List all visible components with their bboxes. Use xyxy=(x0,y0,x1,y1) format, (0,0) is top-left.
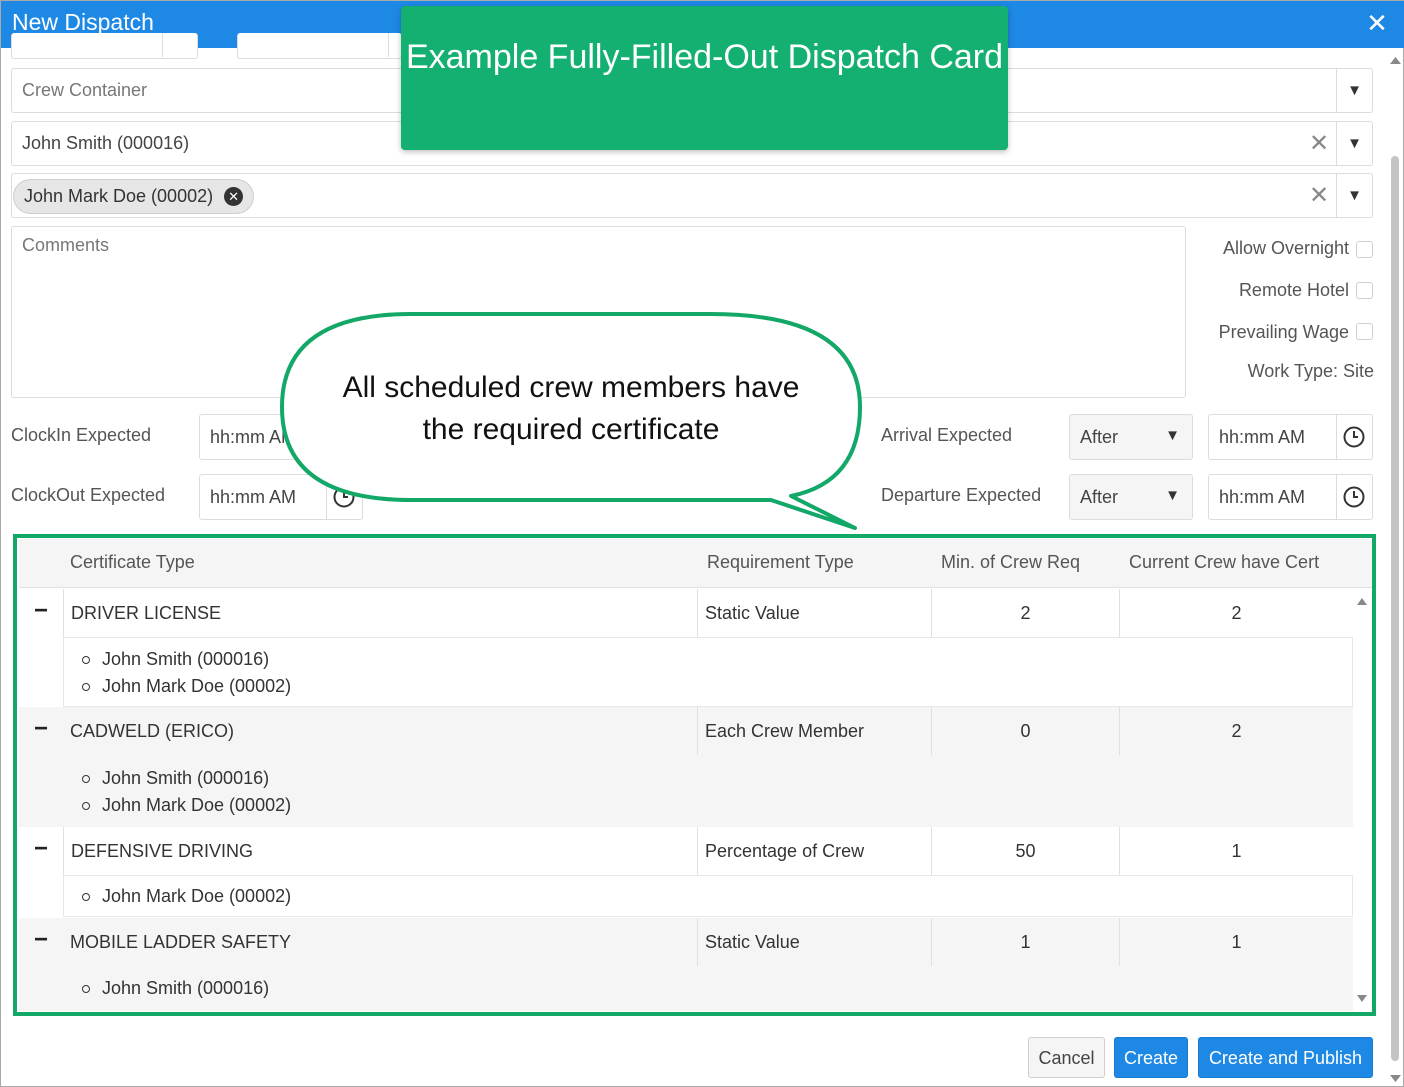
comments-placeholder: Comments xyxy=(22,235,110,255)
dialog-title: New Dispatch xyxy=(12,9,154,35)
crew-members-select[interactable]: John Mark Doe (00002) ✕ ✕ ▼ xyxy=(11,173,1373,218)
clockin-label: ClockIn Expected xyxy=(11,425,152,445)
certificate-grid-highlight xyxy=(13,534,1376,1016)
clear-icon[interactable]: ✕ xyxy=(1306,129,1332,158)
departure-mode-value: After xyxy=(1080,487,1119,507)
close-icon[interactable]: ✕ xyxy=(1361,5,1393,41)
chip-label: John Mark Doe (00002) xyxy=(24,186,214,206)
arrival-time-input[interactable]: hh:mm AM xyxy=(1208,414,1373,460)
callout-banner: Example Fully-Filled-Out Dispatch Card xyxy=(401,6,1008,150)
arrival-mode-select[interactable]: After ▼ xyxy=(1069,414,1193,460)
work-type-text: Work Type: Site xyxy=(1247,361,1374,381)
arrival-mode-value: After xyxy=(1080,427,1119,447)
chevron-down-icon: ▼ xyxy=(1165,487,1180,504)
chevron-down-icon[interactable]: ▼ xyxy=(1336,69,1372,112)
scroll-up-icon xyxy=(1390,57,1401,64)
prevailing-wage-checkbox[interactable] xyxy=(1356,323,1373,340)
clockout-label: ClockOut Expected xyxy=(11,485,166,505)
speech-bubble-text: All scheduled crew members have the requ… xyxy=(342,371,800,446)
departure-time-value: hh:mm AM xyxy=(1219,487,1306,507)
departure-mode-select[interactable]: After ▼ xyxy=(1069,474,1193,520)
crew-lead-value: John Smith (000016) xyxy=(22,133,190,153)
prevailing-wage-label: Prevailing Wage xyxy=(1218,322,1349,342)
chevron-down-icon: ▼ xyxy=(1165,427,1180,444)
page-scrollbar[interactable] xyxy=(1387,48,1404,1087)
new-dispatch-dialog: New Dispatch ✕ Crew Container ▼ John Smi… xyxy=(0,0,1404,1087)
chevron-down-icon[interactable]: ▼ xyxy=(1336,122,1372,165)
allow-overnight-label: Allow Overnight xyxy=(1222,238,1349,258)
departure-time-input[interactable]: hh:mm AM xyxy=(1208,474,1373,520)
page-scroll-thumb[interactable] xyxy=(1391,156,1399,1061)
clock-icon[interactable] xyxy=(1336,475,1372,519)
remote-hotel-checkbox[interactable] xyxy=(1356,282,1373,299)
top-field-1[interactable] xyxy=(11,33,198,59)
arrival-time-value: hh:mm AM xyxy=(1219,427,1306,447)
cancel-button[interactable]: Cancel xyxy=(1028,1037,1105,1078)
remote-hotel-label: Remote Hotel xyxy=(1238,280,1349,300)
crew-container-placeholder: Crew Container xyxy=(22,80,148,100)
crew-member-chip: John Mark Doe (00002) ✕ xyxy=(13,179,255,214)
clock-icon[interactable] xyxy=(1336,415,1372,459)
allow-overnight-checkbox[interactable] xyxy=(1356,241,1373,258)
chip-remove-icon[interactable]: ✕ xyxy=(224,187,244,206)
arrival-label: Arrival Expected xyxy=(881,425,1013,445)
scroll-down-icon xyxy=(1390,1075,1401,1082)
chevron-down-icon[interactable]: ▼ xyxy=(1336,174,1372,217)
clear-icon[interactable]: ✕ xyxy=(1306,181,1332,210)
departure-label: Departure Expected xyxy=(881,485,1042,505)
top-field-2[interactable] xyxy=(237,33,402,59)
create-button[interactable]: Create xyxy=(1114,1037,1188,1078)
create-and-publish-button[interactable]: Create and Publish xyxy=(1198,1037,1373,1078)
